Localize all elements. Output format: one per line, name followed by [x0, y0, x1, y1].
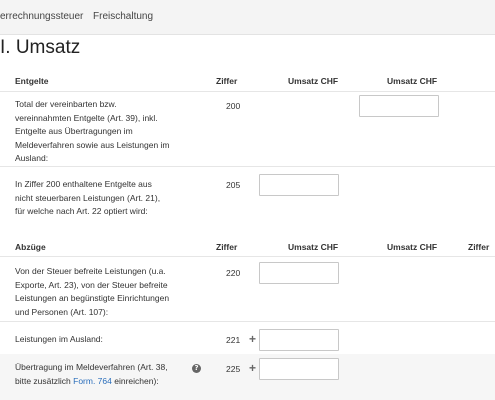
question-circle-icon[interactable]: ? [192, 364, 201, 373]
row-205-description: In Ziffer 200 enthaltene Entgelte aus ni… [15, 179, 161, 216]
row-200-ziffer: 200 [226, 101, 241, 111]
row-220-description: Von der Steuer befreite Leistungen (u.a.… [15, 266, 170, 317]
header-umsatz-chf: Umsatz CHF [288, 242, 339, 252]
row-205-ziffer: 205 [226, 180, 241, 190]
divider [0, 91, 495, 92]
plus-icon: + [249, 361, 257, 375]
row-200-description: Total der vereinbarten bzw. vereinnahmte… [15, 99, 170, 163]
header-entgelte: Entgelte [15, 76, 49, 86]
page-title: I. Umsatz [0, 37, 81, 58]
row-221-ziffer: 221 [226, 335, 241, 345]
divider [0, 256, 495, 257]
form-764-link[interactable]: Form. 764 [73, 376, 112, 386]
header-ziffer: Ziffer [216, 76, 238, 86]
header-ziffer: Ziffer [216, 242, 238, 252]
row-220-ziffer: 220 [226, 268, 241, 278]
top-navigation: errechnungssteuer Freischaltung [0, 0, 495, 35]
input-225-umsatz[interactable] [259, 358, 339, 380]
plus-icon: + [249, 332, 257, 346]
input-205-umsatz[interactable] [259, 174, 339, 196]
input-200-umsatz[interactable] [359, 95, 439, 117]
tab-vorsteuer-berechnungssteuer[interactable]: errechnungssteuer [0, 11, 83, 22]
header-umsatz-chf: Umsatz CHF [288, 76, 339, 86]
input-220-umsatz[interactable] [259, 262, 339, 284]
header-umsatz-chf-2: Umsatz CHF [387, 76, 438, 86]
row-225-ziffer: 225 [226, 364, 241, 374]
input-221-umsatz[interactable] [259, 329, 339, 351]
header-ziffer-2: Ziffer [468, 242, 490, 252]
header-abzuege: Abzüge [15, 242, 46, 252]
row-225-description: Übertragung im Meldeverfahren (Art. 38, … [15, 362, 168, 386]
divider [0, 321, 495, 322]
divider [0, 166, 495, 167]
tab-freischaltung[interactable]: Freischaltung [93, 11, 153, 22]
header-umsatz-chf-2: Umsatz CHF [387, 242, 438, 252]
row-221-description: Leistungen im Ausland: [15, 334, 103, 344]
